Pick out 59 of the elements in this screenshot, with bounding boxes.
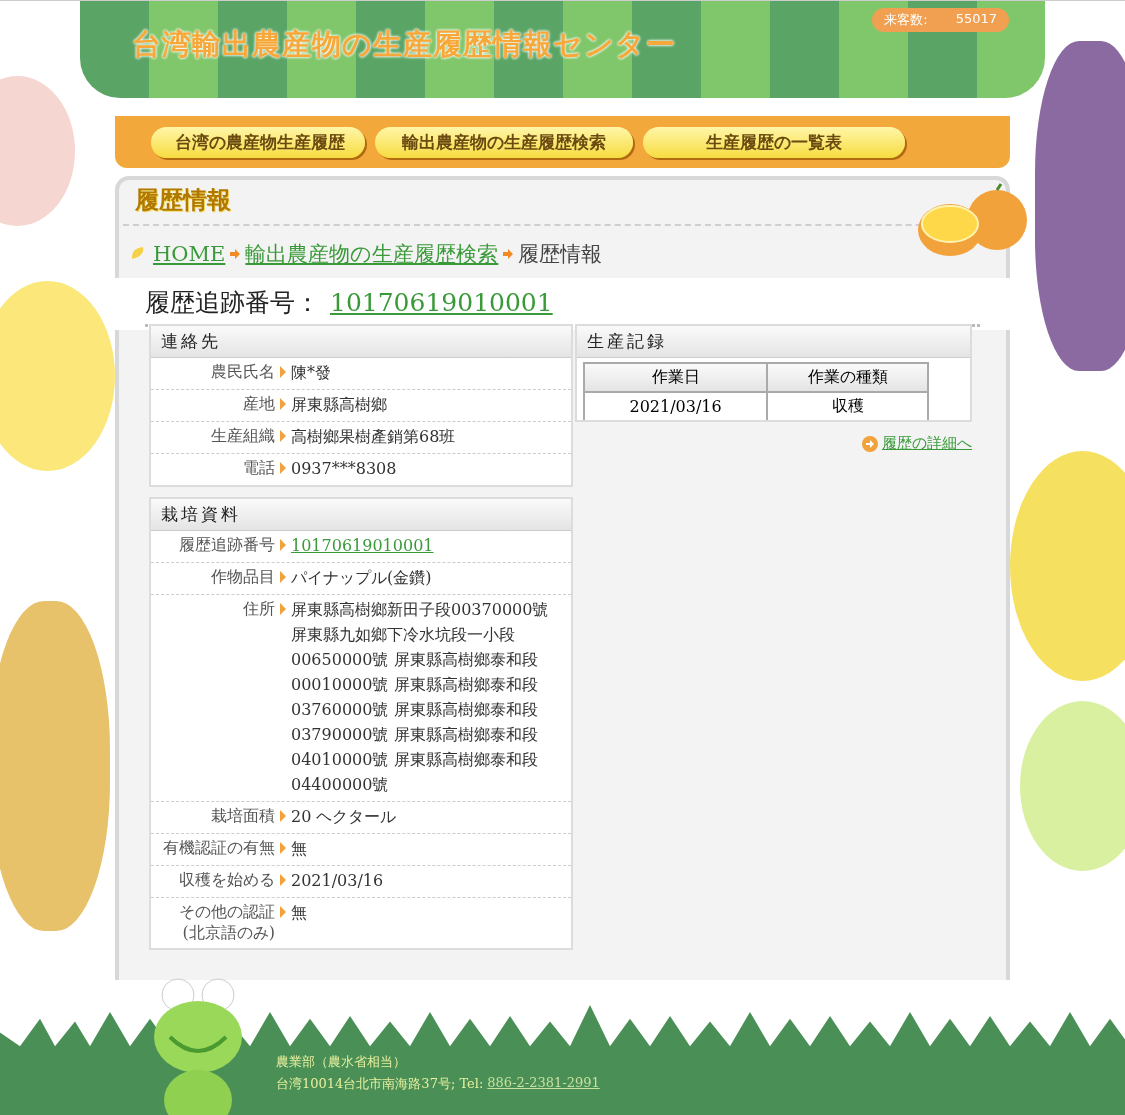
breadcrumb-current: 履歴情報	[518, 241, 603, 268]
field-value: 高樹鄉果樹產銷第68班	[291, 426, 457, 448]
footer-address: 台湾10014台北市南海路37号; Tel:	[276, 1075, 484, 1093]
triangle-icon	[280, 810, 286, 822]
visitor-count: 55017	[955, 11, 997, 28]
field-value: 0937***8308	[291, 458, 398, 480]
footer-org: 農業部（農水省相当）	[276, 1053, 407, 1071]
field-value: パイナップル(金鑽)	[291, 567, 433, 589]
field-value: 2021/03/16	[291, 870, 385, 892]
site-title: 台湾輸出農産物の生産履歴情報センター	[132, 26, 676, 63]
field-label: 収穫を始める	[179, 870, 275, 891]
field-label: 履歴追跡番号	[179, 535, 275, 556]
field-label: 電話	[243, 458, 275, 479]
field-label: 産地	[243, 394, 275, 415]
field-value: 陳*發	[291, 362, 332, 384]
triangle-icon	[280, 539, 286, 551]
field-link[interactable]: 10170619010001	[291, 533, 561, 558]
table-header: 連絡先	[151, 326, 571, 358]
triangle-icon	[280, 430, 286, 442]
phone-link[interactable]: 886-2-2381-2991	[487, 1075, 600, 1093]
visitor-label: 来客数:	[884, 11, 928, 29]
field-label: 生産組織	[211, 426, 275, 447]
triangle-icon	[280, 842, 286, 854]
table-header: 栽培資料	[151, 499, 571, 531]
triangle-icon	[280, 603, 286, 615]
triangle-icon	[280, 571, 286, 583]
field-label: 作物品目	[211, 567, 275, 588]
field-label: 栽培面積	[211, 806, 275, 827]
field-value: 無	[291, 902, 308, 924]
field-value: 屏東縣高樹鄉	[291, 394, 388, 416]
section-title: 履歴情報	[135, 185, 231, 216]
nav-button[interactable]: 台湾の農産物生産履歴	[151, 126, 365, 158]
field-label: 住所	[243, 599, 275, 620]
nav-button[interactable]: 生産履歴の一覧表	[643, 126, 905, 158]
triangle-icon	[280, 462, 286, 474]
column-header: 作業の種類	[767, 363, 928, 392]
nav-button[interactable]: 輸出農産物の生産履歴検索	[375, 126, 633, 158]
field-note: (北京語のみ)	[182, 923, 275, 944]
field-label: その他の認証	[179, 902, 275, 923]
triangle-icon	[280, 874, 286, 886]
trace-number-link[interactable]: 10170619010001	[330, 287, 553, 317]
field-value: 20 ヘクタール	[291, 806, 398, 828]
field-label: 農民氏名	[211, 362, 275, 383]
breadcrumb-link[interactable]: 輸出農産物の生産履歴検索	[245, 240, 499, 268]
arrow-circle-icon	[862, 435, 878, 452]
arrow-icon	[229, 248, 242, 260]
field-label: 有機認証の有無	[163, 838, 275, 859]
field-value: 無	[291, 838, 308, 860]
triangle-icon	[280, 366, 286, 378]
triangle-icon	[280, 398, 286, 410]
trace-label: 履歴追跡番号：	[145, 286, 320, 319]
detail-link[interactable]: 履歴の詳細へ	[882, 434, 972, 453]
field-value: 屏東縣高樹鄉新田子段00370000號屏東縣九如鄉下冷水坑段一小段00650000號 屏東縣高樹鄉泰和段00010000號 屏東縣高樹鄉泰和段03760000號 屏東縣高樹鄉泰和段03790000號 屏東縣高樹鄉泰和段04010000號 屏東縣高樹鄉泰和段04400000號	[291, 599, 550, 796]
table-header: 生産記録	[577, 326, 970, 358]
column-header: 作業日	[584, 363, 768, 392]
triangle-icon	[280, 906, 286, 918]
table-cell: 2021/03/16	[584, 392, 768, 420]
breadcrumb-link[interactable]: HOME	[153, 242, 226, 266]
arrow-icon	[502, 248, 515, 260]
